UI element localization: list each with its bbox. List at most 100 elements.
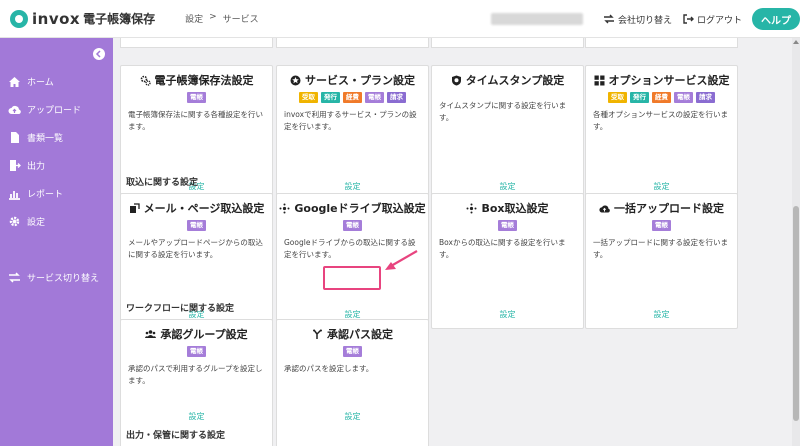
sidebar-item-report[interactable]: レポート: [8, 187, 63, 200]
tag-denchou: 電帳: [652, 220, 671, 231]
card-box-import-settings: Box取込設定 電帳 Boxからの取込に関する設定を行います。 設定: [431, 193, 584, 329]
settings-link[interactable]: 設定: [121, 411, 272, 422]
tag-denchou: 電帳: [187, 220, 206, 231]
card-timestamp-settings: タイムスタンプ設定 タイムスタンプに関する設定を行います。 設定: [431, 65, 584, 201]
tag-list: 電帳: [121, 220, 272, 231]
tag-list: 電帳: [121, 346, 272, 357]
breadcrumb: 設定 > サービス: [185, 12, 259, 25]
sidebar-item-upload[interactable]: アップロード: [8, 103, 81, 116]
highlight-box: [323, 266, 381, 290]
settings-link[interactable]: 設定: [277, 181, 428, 192]
settings-link[interactable]: 設定: [432, 309, 583, 320]
star-icon: [290, 75, 301, 85]
card-description: 承認のパスを設定します。: [284, 364, 374, 373]
logo-text: invox: [32, 9, 81, 28]
breadcrumb-current: サービス: [222, 15, 259, 25]
grid-icon: [594, 75, 604, 85]
card-approval-group-settings: 承認グループ設定 電帳 承認のパスで利用するグループを設定します。 設定: [120, 319, 273, 446]
app-header: invox 電子帳簿保存 設定 > サービス 会社切り替え ログアウト ヘルプ: [0, 0, 800, 38]
section-title-output: 出力・保管に関する設定: [126, 431, 226, 441]
link-icon: [466, 203, 477, 213]
logo-icon: [10, 9, 28, 28]
home-icon: [9, 77, 20, 87]
tag-invoice: 請求: [696, 92, 715, 103]
collapse-sidebar-button[interactable]: [93, 48, 105, 60]
tag-list: 電帳: [277, 346, 428, 357]
tag-list: 電帳: [586, 220, 737, 231]
tag-expense: 経費: [343, 92, 362, 103]
card-stub: [120, 38, 273, 48]
logo[interactable]: invox 電子帳簿保存: [10, 9, 156, 28]
card-stub: [276, 38, 429, 48]
settings-link[interactable]: 設定: [432, 181, 583, 192]
cloud-upload-icon: [599, 204, 610, 213]
card-title: 承認パス設定: [327, 328, 393, 341]
settings-link[interactable]: 設定: [586, 309, 737, 320]
card-stub: [585, 38, 738, 48]
chevron-left-icon: [95, 50, 101, 58]
cloud-upload-icon: [8, 105, 21, 115]
sidebar-item-documents[interactable]: 書類一覧: [8, 131, 63, 144]
logout-button[interactable]: ログアウト: [682, 13, 742, 26]
card-description: invoxで利用するサービス・プランの設定を行います。: [284, 110, 417, 131]
breadcrumb-settings[interactable]: 設定: [185, 12, 203, 25]
gears-icon: [140, 75, 151, 86]
breadcrumb-separator: >: [209, 12, 217, 22]
card-option-service-settings: オプションサービス設定 受取 発行 経費 電帳 請求 各種オプションサービスの設…: [585, 65, 738, 201]
tag-denchou: 電帳: [187, 92, 206, 103]
gear-icon: [9, 216, 20, 227]
tag-issue: 発行: [321, 92, 340, 103]
card-description: 電子帳簿保存法に関する各種設定を行います。: [128, 110, 263, 131]
card-title: タイムスタンプ設定: [465, 74, 565, 87]
card-title: 承認グループ設定: [160, 328, 248, 341]
section-title-workflow: ワークフローに関する設定: [126, 304, 235, 314]
tag-receive: 受取: [608, 92, 627, 103]
mail-icon: [129, 202, 140, 213]
swap-icon: [603, 14, 614, 24]
sidebar-item-home[interactable]: ホーム: [8, 75, 54, 88]
card-description: 承認のパスで利用するグループを設定します。: [128, 364, 263, 385]
card-description: 各種オプションサービスの設定を行います。: [593, 110, 728, 131]
card-description: タイムスタンプに関する設定を行います。: [439, 101, 567, 122]
sidebar-item-export[interactable]: 出力: [8, 159, 45, 172]
swap-icon: [9, 272, 20, 283]
tag-denchou: 電帳: [365, 92, 384, 103]
scrollbar[interactable]: [792, 38, 800, 446]
tag-list: 受取 発行 経費 電帳 請求: [277, 92, 428, 103]
tag-denchou: 電帳: [343, 346, 362, 357]
help-button[interactable]: ヘルプ: [752, 8, 800, 30]
tag-denchou: 電帳: [674, 92, 693, 103]
scrollbar-thumb[interactable]: [793, 206, 799, 421]
card-description: メールやアップロードページからの取込に関する設定を行います。: [128, 238, 263, 259]
switch-company-button[interactable]: 会社切り替え: [603, 13, 672, 26]
user-name-blurred: [490, 13, 583, 25]
logout-icon: [683, 14, 694, 24]
card-title: Box取込設定: [481, 202, 549, 215]
card-bulk-upload-settings: 一括アップロード設定 電帳 一括アップロードに関する設定を行います。 設定: [585, 193, 738, 329]
sidebar: ホーム アップロード 書類一覧 出力 レポート 設定 サービス切り替え: [0, 38, 113, 446]
settings-link[interactable]: 設定: [586, 181, 737, 192]
card-title: オプションサービス設定: [608, 74, 730, 87]
tag-expense: 経費: [652, 92, 671, 103]
shield-icon: [451, 75, 461, 85]
export-icon: [10, 160, 21, 171]
tag-list: 電帳: [277, 220, 428, 231]
tag-denchou: 電帳: [187, 346, 206, 357]
tag-denchou: 電帳: [498, 220, 517, 231]
logo-subtitle: 電子帳簿保存: [83, 12, 156, 26]
card-approval-path-settings: 承認パス設定 電帳 承認のパスを設定します。 設定: [276, 319, 429, 446]
section-title-import: 取込に関する設定: [126, 178, 199, 188]
card-description: 一括アップロードに関する設定を行います。: [593, 238, 728, 259]
tag-invoice: 請求: [387, 92, 406, 103]
pointer-arrow-icon: [385, 250, 418, 270]
card-title: Googleドライブ取込設定: [294, 202, 426, 215]
sidebar-item-switch-service[interactable]: サービス切り替え: [8, 271, 99, 284]
settings-link[interactable]: 設定: [277, 411, 428, 422]
document-icon: [11, 132, 19, 143]
tag-receive: 受取: [299, 92, 318, 103]
card-title: 一括アップロード設定: [614, 202, 724, 215]
tag-denchou: 電帳: [343, 220, 362, 231]
card-stub: [431, 38, 584, 48]
sidebar-item-settings[interactable]: 設定: [8, 215, 45, 228]
scroll-up-icon[interactable]: [793, 40, 799, 44]
